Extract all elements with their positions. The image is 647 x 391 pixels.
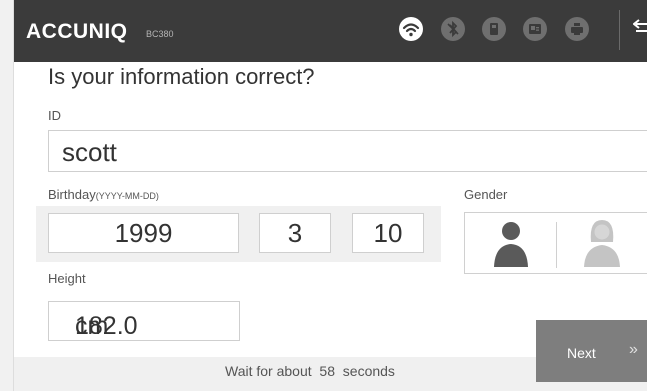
id-label: ID — [48, 108, 61, 123]
printer-icon[interactable] — [565, 17, 589, 41]
height-label: Height — [48, 271, 86, 286]
birthday-format: (YYYY-MM-DD) — [95, 191, 159, 201]
next-button[interactable]: Next » — [536, 320, 647, 382]
double-chevron-right-icon: » — [629, 341, 638, 358]
id-field[interactable]: scott — [48, 130, 647, 172]
wifi-icon[interactable] — [399, 17, 423, 41]
wait-seconds: 58 — [319, 363, 335, 379]
device-bezel — [0, 0, 14, 391]
next-label: Next — [567, 345, 596, 361]
gender-divider — [556, 222, 557, 268]
brand-logo: ACCUNIQ — [26, 20, 128, 43]
page-title: Is your information correct? — [48, 64, 315, 89]
id-value: scott — [62, 137, 117, 167]
female-icon — [584, 220, 620, 267]
birthday-year-field[interactable]: 1999 — [48, 213, 239, 253]
model-label: BC380 — [146, 29, 174, 39]
gender-label: Gender — [464, 187, 508, 202]
birthday-day-field[interactable]: 10 — [352, 213, 424, 253]
back-icon[interactable] — [632, 16, 647, 46]
male-icon — [494, 222, 528, 267]
header-divider — [619, 10, 620, 50]
bluetooth-off-icon[interactable] — [441, 17, 465, 41]
height-value: 182.0 cm — [75, 312, 138, 340]
gender-male-option[interactable] — [466, 214, 556, 270]
wait-message: Wait for about 58 seconds — [225, 363, 395, 379]
height-field[interactable]: 182.0 cm — [48, 301, 240, 341]
birthday-label: Birthday(YYYY-MM-DD) — [48, 187, 159, 202]
device-icon[interactable] — [482, 17, 506, 41]
id-card-icon[interactable] — [523, 17, 547, 41]
gender-female-option[interactable] — [558, 214, 647, 270]
birthday-label-text: Birthday — [48, 187, 96, 202]
height-unit: cm — [75, 312, 109, 340]
birthday-month-field[interactable]: 3 — [259, 213, 331, 253]
